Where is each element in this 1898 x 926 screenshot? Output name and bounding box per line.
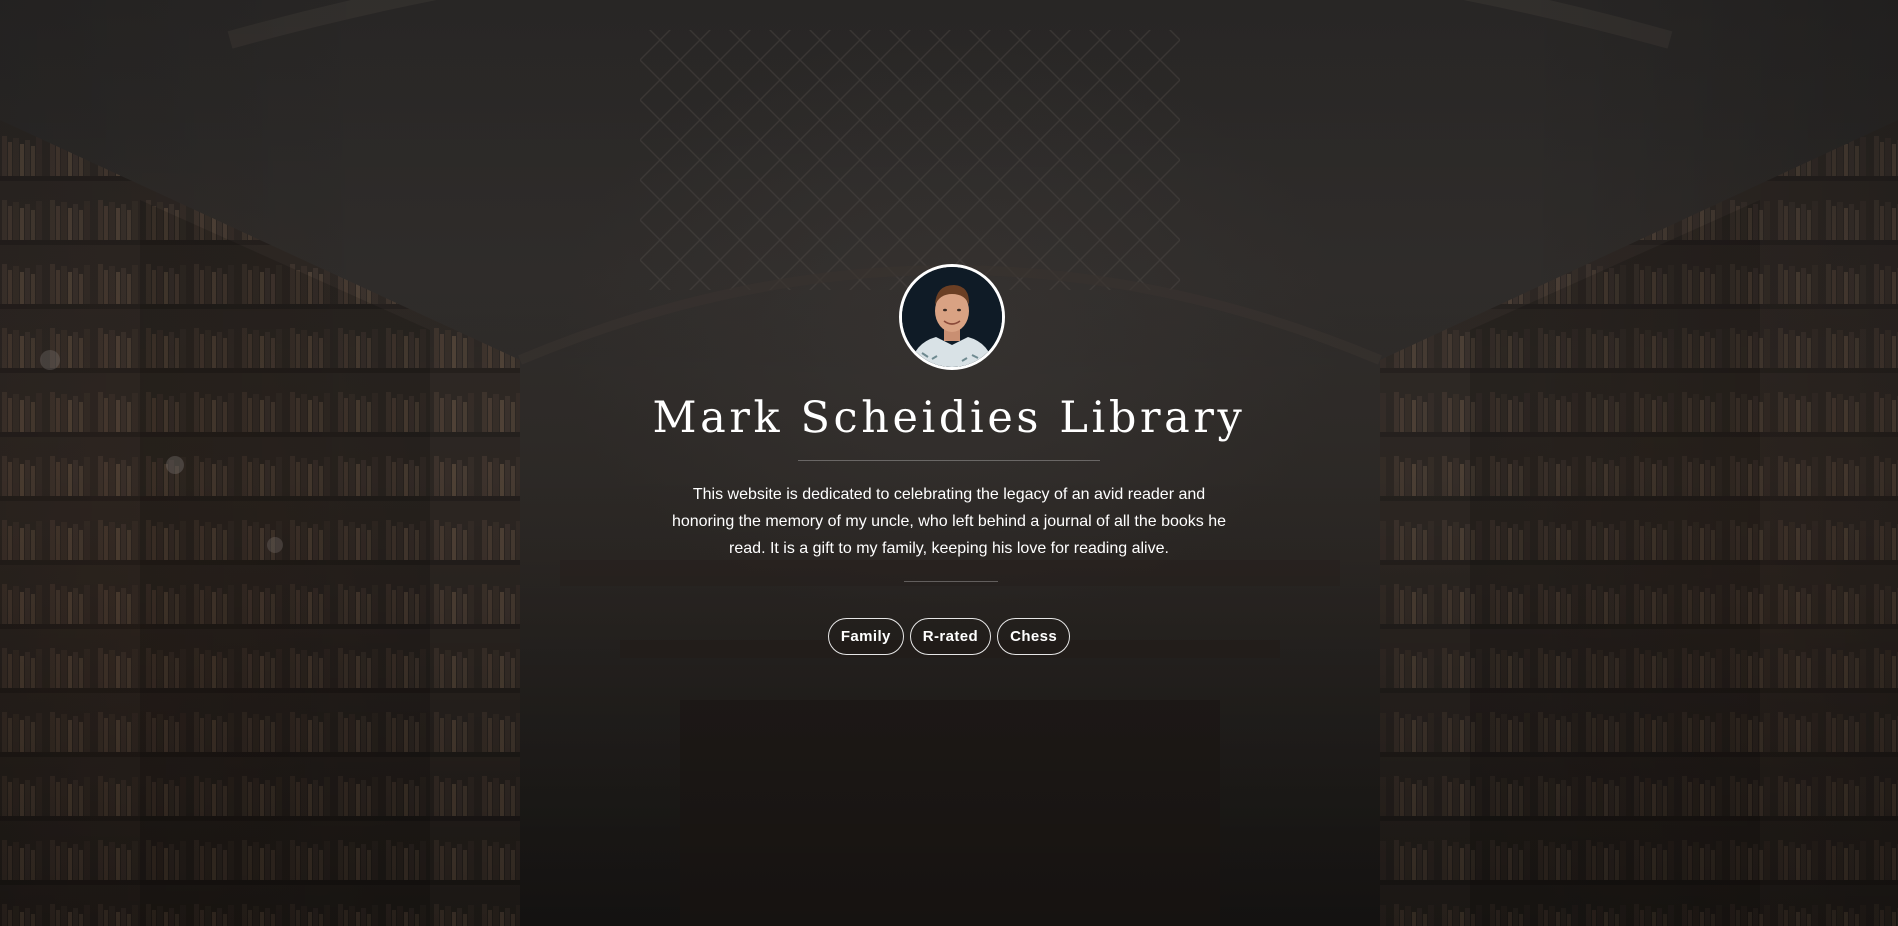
page-title: Mark Scheidies Library bbox=[652, 393, 1246, 443]
tag-family[interactable]: Family bbox=[827, 618, 904, 655]
hero-content: Mark Scheidies Library This website is d… bbox=[0, 0, 1898, 926]
tag-list: Family R-rated Chess bbox=[0, 618, 1898, 655]
description-divider bbox=[904, 581, 998, 582]
hero-section: Mark Scheidies Library This website is d… bbox=[0, 0, 1898, 926]
tag-r-rated[interactable]: R-rated bbox=[909, 618, 992, 655]
tag-chess[interactable]: Chess bbox=[997, 618, 1071, 655]
avatar bbox=[899, 264, 1005, 370]
title-divider bbox=[798, 460, 1100, 461]
site-description: This website is dedicated to celebrating… bbox=[671, 486, 1227, 557]
portrait-photo bbox=[902, 267, 1002, 367]
